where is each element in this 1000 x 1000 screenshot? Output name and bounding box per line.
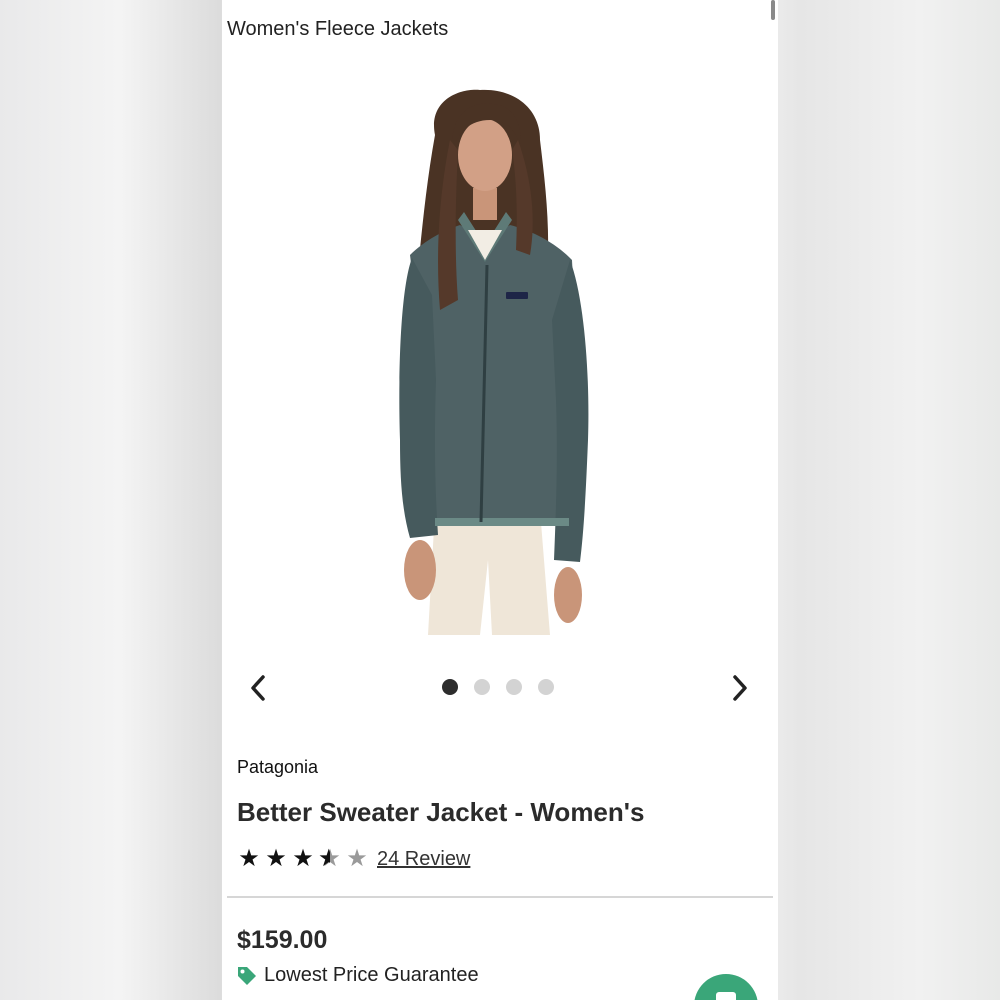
star-full-icon: ★	[238, 845, 260, 872]
logo-patch	[506, 292, 528, 299]
star-full-icon: ★	[265, 845, 287, 872]
divider	[227, 896, 773, 898]
rating-row: ★ ★ ★ ★ ★ ★ 24 Review	[237, 847, 470, 871]
jacket-hem	[435, 518, 569, 526]
carousel-dots	[442, 679, 554, 695]
carousel-dot-2[interactable]	[474, 679, 490, 695]
star-half-icon: ★ ★	[318, 845, 341, 872]
pants	[428, 510, 550, 635]
price-tag-icon	[238, 966, 256, 985]
product-image[interactable]	[340, 80, 630, 635]
chat-button[interactable]	[694, 974, 758, 1000]
rating-stars: ★ ★ ★ ★ ★ ★	[237, 847, 369, 871]
star-full-icon: ★	[292, 845, 314, 872]
carousel-next-button[interactable]	[720, 668, 760, 708]
jacket-right-sleeve	[552, 260, 589, 562]
app-screen: Women's Fleece Jackets Patagonia Better …	[222, 0, 778, 1000]
chat-icon	[716, 992, 736, 1000]
price-guarantee[interactable]: Lowest Price Guarantee	[236, 964, 479, 987]
jacket-left-sleeve	[399, 258, 438, 538]
neck	[473, 188, 497, 220]
carousel-dot-1[interactable]	[442, 679, 458, 695]
left-hand	[404, 540, 436, 600]
product-price: $159.00	[237, 926, 328, 954]
price-guarantee-label: Lowest Price Guarantee	[264, 964, 479, 986]
product-title: Better Sweater Jacket - Women's	[237, 797, 645, 827]
carousel-dot-3[interactable]	[506, 679, 522, 695]
reviews-link[interactable]: 24 Review	[377, 848, 470, 871]
scrollbar[interactable]	[771, 0, 775, 20]
carousel-prev-button[interactable]	[238, 668, 278, 708]
carousel-dot-4[interactable]	[538, 679, 554, 695]
star-empty-icon: ★	[346, 845, 368, 872]
category-title: Women's Fleece Jackets	[227, 18, 449, 40]
face	[458, 119, 512, 191]
right-hand	[554, 567, 582, 623]
chevron-right-icon	[733, 675, 747, 701]
chevron-left-icon	[251, 675, 265, 701]
product-brand[interactable]: Patagonia	[237, 757, 318, 778]
